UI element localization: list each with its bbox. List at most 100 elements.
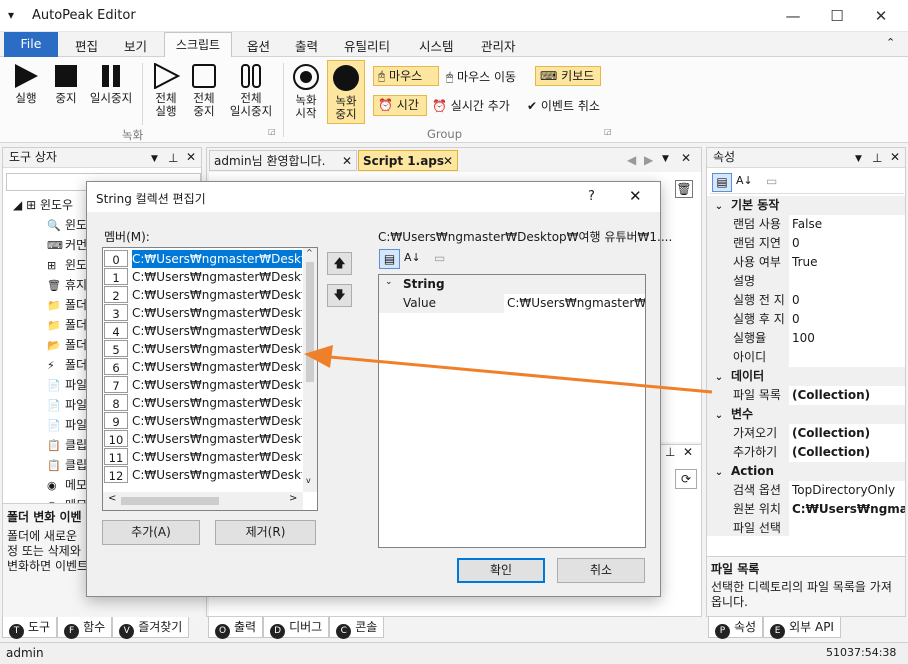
member-row[interactable]: 8 C:₩Users₩ngmaster₩Desktop: [104, 394, 303, 412]
menu-utility[interactable]: 유틸리티: [344, 36, 390, 55]
property-value[interactable]: 0: [789, 291, 905, 310]
add-button[interactable]: 추가(A): [102, 520, 200, 545]
dropdown-icon[interactable]: ▼: [662, 154, 669, 164]
collapse-icon[interactable]: ⌄: [707, 463, 731, 482]
members-list[interactable]: 0 C:₩Users₩ngmaster₩Desktop 1 C:₩Users₩ngma…: [102, 247, 318, 511]
group-launcher-icon[interactable]: ◲: [268, 127, 276, 136]
collapse-icon[interactable]: ⌄: [707, 368, 731, 387]
run-all-button[interactable]: 전체 실행: [148, 63, 184, 118]
close-window-button[interactable]: ✕: [858, 0, 904, 32]
tab-external-api[interactable]: E 외부 API: [763, 617, 841, 639]
menu-output[interactable]: 출력: [295, 36, 318, 55]
collapse-icon[interactable]: ⌄: [385, 277, 393, 287]
member-row[interactable]: 0 C:₩Users₩ngmaster₩Desktop: [104, 250, 303, 268]
property-row[interactable]: 파일 선택: [707, 519, 905, 536]
expand-icon[interactable]: ◢: [13, 198, 22, 212]
record-stop-button[interactable]: 녹화 중지: [327, 60, 365, 124]
panel-close-icon[interactable]: ✕: [683, 445, 693, 459]
tab-functions[interactable]: F 함수: [57, 617, 113, 639]
property-row[interactable]: 가져오기 (Collection): [707, 424, 905, 443]
run-button[interactable]: 실행: [8, 63, 44, 105]
dropdown-icon[interactable]: ▼: [151, 150, 158, 169]
group-launcher-icon[interactable]: ◲: [604, 127, 612, 136]
close-editor-icon[interactable]: ✕: [681, 151, 691, 165]
menu-system[interactable]: 시스템: [419, 36, 454, 55]
scroll-right-icon[interactable]: >: [289, 493, 297, 504]
property-category[interactable]: ⌄ 변수: [707, 405, 905, 424]
collapse-icon[interactable]: ⌄: [707, 197, 731, 216]
property-value[interactable]: False: [789, 215, 905, 234]
panel-close-icon[interactable]: ✕: [186, 148, 196, 167]
categorized-icon[interactable]: ▤: [379, 249, 400, 269]
tab-favorites[interactable]: V 즐겨찾기: [112, 617, 190, 639]
property-row[interactable]: 원본 위치 C:₩Users₩ngmaste: [707, 500, 905, 519]
move-down-button[interactable]: 🡇: [327, 284, 352, 307]
member-row[interactable]: 3 C:₩Users₩ngmaster₩Desktop: [104, 304, 303, 322]
refresh-icon[interactable]: ⟳: [675, 469, 697, 489]
collapse-icon[interactable]: ⌄: [707, 406, 731, 425]
collapse-ribbon-icon[interactable]: ⌃: [886, 36, 895, 49]
property-value[interactable]: True: [789, 253, 905, 272]
property-value[interactable]: [789, 272, 905, 291]
scroll-left-icon[interactable]: <: [108, 493, 116, 504]
move-up-button[interactable]: 🡅: [327, 252, 352, 275]
member-row[interactable]: 12 C:₩Users₩ngmaster₩Desktop: [104, 466, 303, 484]
scroll-down-icon[interactable]: v: [306, 476, 311, 485]
member-row[interactable]: 2 C:₩Users₩ngmaster₩Desktop: [104, 286, 303, 304]
dropdown-icon[interactable]: ▼: [855, 150, 862, 169]
pause-all-button[interactable]: 전체 일시중지: [226, 63, 276, 118]
cancel-button[interactable]: 취소: [557, 558, 645, 583]
property-category[interactable]: ⌄ Action: [707, 462, 905, 481]
pin-icon[interactable]: ⊥: [872, 149, 882, 168]
property-value[interactable]: [789, 348, 905, 367]
member-row[interactable]: 11 C:₩Users₩ngmaster₩Desktop: [104, 448, 303, 466]
property-row[interactable]: 검색 옵션 TopDirectoryOnly: [707, 481, 905, 500]
time-toggle[interactable]: ⏰ 시간: [373, 95, 427, 116]
keyboard-toggle[interactable]: ⌨ 키보드: [535, 66, 601, 86]
member-row[interactable]: 1 C:₩Users₩ngmaster₩Desktop: [104, 268, 303, 286]
tree-root-windows[interactable]: ◢ ⊞ 윈도우: [13, 195, 73, 215]
property-row[interactable]: 랜덤 지연 0: [707, 234, 905, 253]
property-value[interactable]: [789, 519, 905, 536]
property-value[interactable]: TopDirectoryOnly: [789, 481, 905, 500]
vertical-scrollbar[interactable]: ^ v: [303, 248, 317, 492]
member-row[interactable]: 7 C:₩Users₩ngmaster₩Desktop: [104, 376, 303, 394]
tab-debug[interactable]: D 디버그: [263, 617, 330, 639]
member-row[interactable]: 9 C:₩Users₩ngmaster₩Desktop: [104, 412, 303, 430]
menu-edit[interactable]: 편집: [75, 36, 98, 55]
panel-close-icon[interactable]: ✕: [890, 148, 900, 167]
remove-button[interactable]: 제거(R): [215, 520, 316, 545]
property-pages-icon[interactable]: ▭: [434, 251, 445, 265]
menu-file[interactable]: File: [4, 32, 58, 57]
stop-button[interactable]: 중지: [48, 63, 84, 105]
event-cancel-toggle[interactable]: ✔ 이벤트 취소: [527, 97, 600, 115]
close-tab-icon[interactable]: ✕: [443, 151, 453, 171]
member-row[interactable]: 10 C:₩Users₩ngmaster₩Desktop: [104, 430, 303, 448]
maximize-button[interactable]: ☐: [814, 0, 860, 32]
property-category-string[interactable]: ⌄ String: [379, 275, 645, 294]
mouse-move-toggle[interactable]: 🖱 마우스 이동: [446, 68, 516, 86]
scroll-thumb[interactable]: [121, 497, 219, 505]
property-row[interactable]: 파일 목록 (Collection): [707, 386, 905, 405]
tab-welcome[interactable]: admin님 환영합니다. ✕: [209, 150, 357, 171]
property-row[interactable]: 실행 전 지 0: [707, 291, 905, 310]
member-row[interactable]: 4 C:₩Users₩ngmaster₩Desktop: [104, 322, 303, 340]
sort-alpha-icon[interactable]: A↓: [404, 251, 421, 264]
property-value[interactable]: C:₩Users₩ngmaster₩Desk: [504, 294, 645, 313]
sort-alpha-icon[interactable]: A↓: [736, 174, 753, 187]
property-value[interactable]: (Collection): [789, 386, 905, 405]
app-menu-icon[interactable]: ▾: [8, 8, 14, 22]
pause-button[interactable]: 일시중지: [86, 63, 136, 105]
menu-admin[interactable]: 관리자: [481, 36, 516, 55]
property-row[interactable]: 추가하기 (Collection): [707, 443, 905, 462]
trash-icon[interactable]: 🗑: [675, 180, 693, 198]
property-category[interactable]: ⌄ 기본 동작: [707, 196, 905, 215]
menu-view[interactable]: 보기: [124, 36, 147, 55]
member-row[interactable]: 5 C:₩Users₩ngmaster₩Desktop: [104, 340, 303, 358]
tab-script1[interactable]: Script 1.aps ✕: [358, 150, 458, 171]
menu-script[interactable]: 스크립트: [164, 32, 232, 58]
horizontal-scrollbar[interactable]: < >: [103, 492, 303, 510]
scroll-left-icon[interactable]: ◀: [627, 153, 636, 167]
property-value[interactable]: 0: [789, 310, 905, 329]
property-value[interactable]: (Collection): [789, 424, 905, 443]
